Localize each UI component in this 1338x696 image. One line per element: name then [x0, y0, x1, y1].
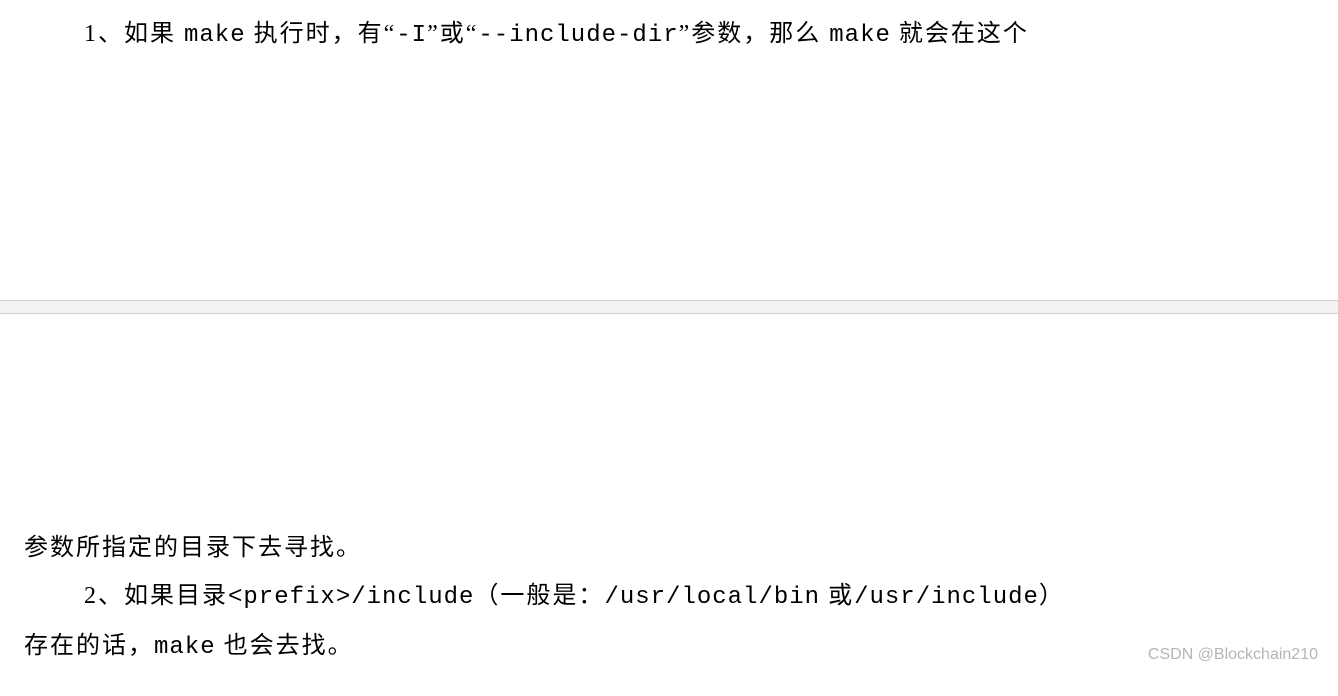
text-segment: ”参数，那么	[679, 21, 830, 47]
paragraph-2-line-1: 2、如果目录<prefix>/include（一般是：/usr/local/bi…	[24, 572, 1314, 622]
text-segment: 执行时，有“	[246, 21, 397, 47]
text-segment: 2、如果目录	[84, 583, 228, 609]
code-prefix-include: <prefix>/include	[228, 584, 474, 611]
text-segment: 参数所指定的目录下去寻找。	[24, 535, 362, 561]
text-segment: 1、如果	[84, 21, 184, 47]
code-make: make	[184, 22, 246, 49]
text-segment: 存在的话，	[24, 633, 154, 659]
text-segment: 就会在这个	[891, 21, 1029, 47]
top-paragraph-block: 1、如果 make 执行时，有“-I”或“--include-dir”参数，那么…	[0, 0, 1338, 60]
text-segment: （一般是：	[474, 583, 604, 609]
code-flag-i: -I	[396, 22, 427, 49]
paragraph-1-line-1: 1、如果 make 执行时，有“-I”或“--include-dir”参数，那么…	[24, 10, 1314, 60]
text-segment: ”或“	[427, 21, 478, 47]
code-make: make	[829, 22, 891, 49]
text-segment: ）	[1039, 583, 1065, 609]
code-make: make	[154, 634, 216, 661]
paragraph-2-line-2: 存在的话，make 也会去找。	[24, 622, 1314, 672]
code-path-usr-local-bin: /usr/local/bin	[604, 584, 820, 611]
text-segment: 也会去找。	[216, 633, 354, 659]
bottom-paragraph-block: 参数所指定的目录下去寻找。 2、如果目录<prefix>/include（一般是…	[0, 524, 1338, 672]
code-flag-include-dir: --include-dir	[478, 22, 678, 49]
page-break-gap	[0, 300, 1338, 314]
code-path-usr-include: /usr/include	[854, 584, 1039, 611]
text-segment: 或	[820, 583, 854, 609]
paragraph-1-continuation: 参数所指定的目录下去寻找。	[24, 524, 1314, 572]
watermark-text: CSDN @Blockchain210	[1148, 646, 1318, 664]
